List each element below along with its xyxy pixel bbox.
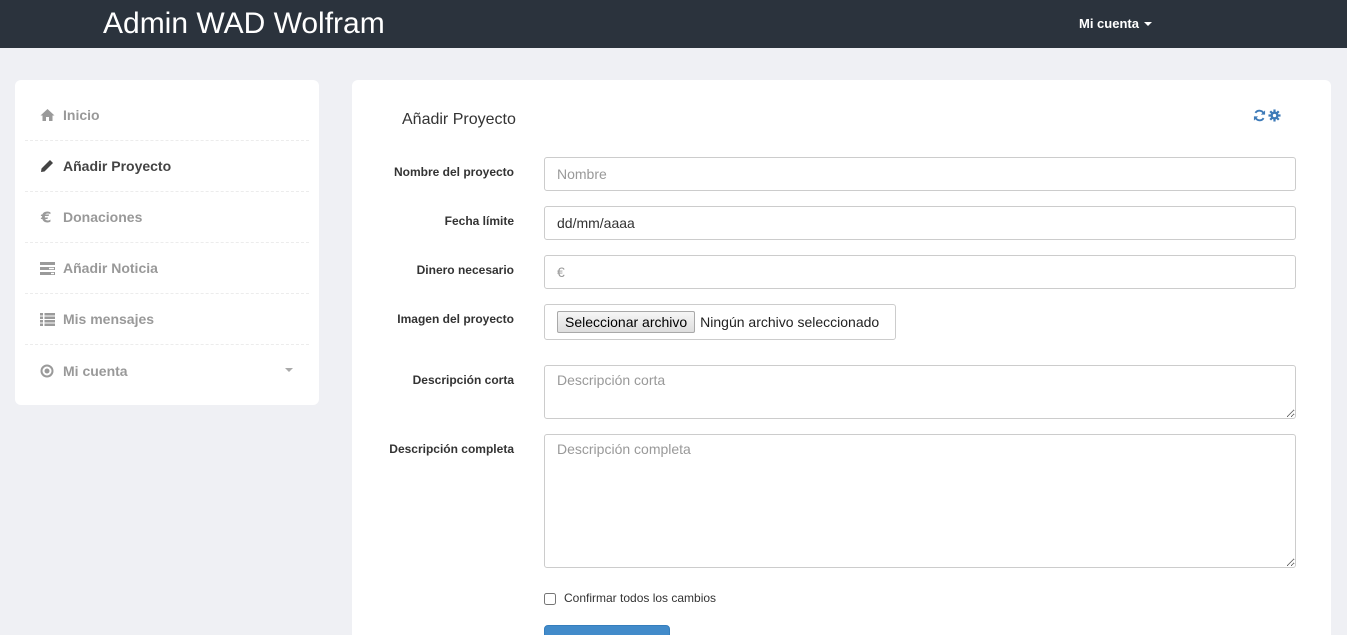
cog-icon[interactable] (1268, 109, 1281, 122)
home-icon (39, 107, 55, 123)
sidebar-item-label: Inicio (63, 107, 100, 123)
project-name-input[interactable] (544, 157, 1296, 191)
deadline-date-input[interactable] (544, 206, 1296, 240)
account-menu-dropdown[interactable]: Mi cuenta (1079, 16, 1152, 31)
sidebar-item-label: Añadir Noticia (63, 260, 158, 276)
chevron-down-icon (1143, 21, 1152, 26)
sidebar-item-anadir-proyecto[interactable]: Añadir Proyecto (25, 141, 309, 192)
sidebar-item-mis-mensajes[interactable]: Mis mensajes (25, 294, 309, 345)
refresh-icon[interactable] (1253, 109, 1266, 122)
account-menu-label: Mi cuenta (1079, 16, 1139, 31)
project-name-label: Nombre del proyecto (393, 165, 514, 179)
money-needed-input[interactable] (544, 255, 1296, 289)
add-project-panel: Añadir Proyecto Nombre del proyecto Nomb… (352, 80, 1331, 635)
sidebar: Inicio Añadir Proyecto € Donaciones Añad… (15, 80, 319, 405)
confirm-changes-row: Confirmar todos los cambios (544, 591, 716, 605)
deadline-label: Fecha límite (444, 214, 514, 228)
sidebar-item-anadir-noticia[interactable]: Añadir Noticia (25, 243, 309, 294)
project-image-label: Imagen del proyecto (397, 312, 514, 326)
project-image-file-input[interactable]: Seleccionar archivo Ningún archivo selec… (544, 304, 896, 340)
sidebar-item-mi-cuenta[interactable]: Mi cuenta (25, 345, 309, 396)
confirm-changes-checkbox[interactable] (544, 592, 556, 605)
full-description-label: Descripción completa (389, 442, 514, 456)
sidebar-item-label: Añadir Proyecto (63, 158, 172, 174)
app-title[interactable]: Admin WAD Wolfram (103, 7, 385, 41)
pencil-icon (39, 158, 55, 174)
top-navbar: Admin WAD Wolfram Mi cuenta (0, 0, 1347, 48)
submit-button[interactable] (544, 625, 670, 635)
record-icon (39, 363, 55, 379)
short-description-textarea[interactable] (544, 365, 1296, 419)
select-file-button[interactable]: Seleccionar archivo (557, 311, 696, 333)
euro-icon: € (39, 209, 55, 225)
tasks-icon (39, 260, 55, 276)
list-icon (39, 311, 55, 327)
panel-tools (1253, 109, 1281, 122)
svg-text:€: € (40, 210, 51, 224)
full-description-textarea[interactable] (544, 434, 1296, 568)
sidebar-item-donaciones[interactable]: € Donaciones (25, 192, 309, 243)
confirm-changes-label: Confirmar todos los cambios (564, 591, 717, 605)
short-description-label: Descripción corta (412, 373, 514, 387)
sidebar-item-inicio[interactable]: Inicio (25, 90, 309, 141)
money-needed-label: Dinero necesario (416, 263, 514, 277)
file-status-text: Ningún archivo seleccionado (700, 314, 880, 330)
page-title: Añadir Proyecto (402, 111, 516, 128)
sidebar-item-label: Mis mensajes (63, 311, 155, 327)
chevron-down-icon (285, 368, 293, 372)
sidebar-item-label: Mi cuenta (63, 362, 128, 379)
sidebar-item-label: Donaciones (63, 209, 143, 225)
